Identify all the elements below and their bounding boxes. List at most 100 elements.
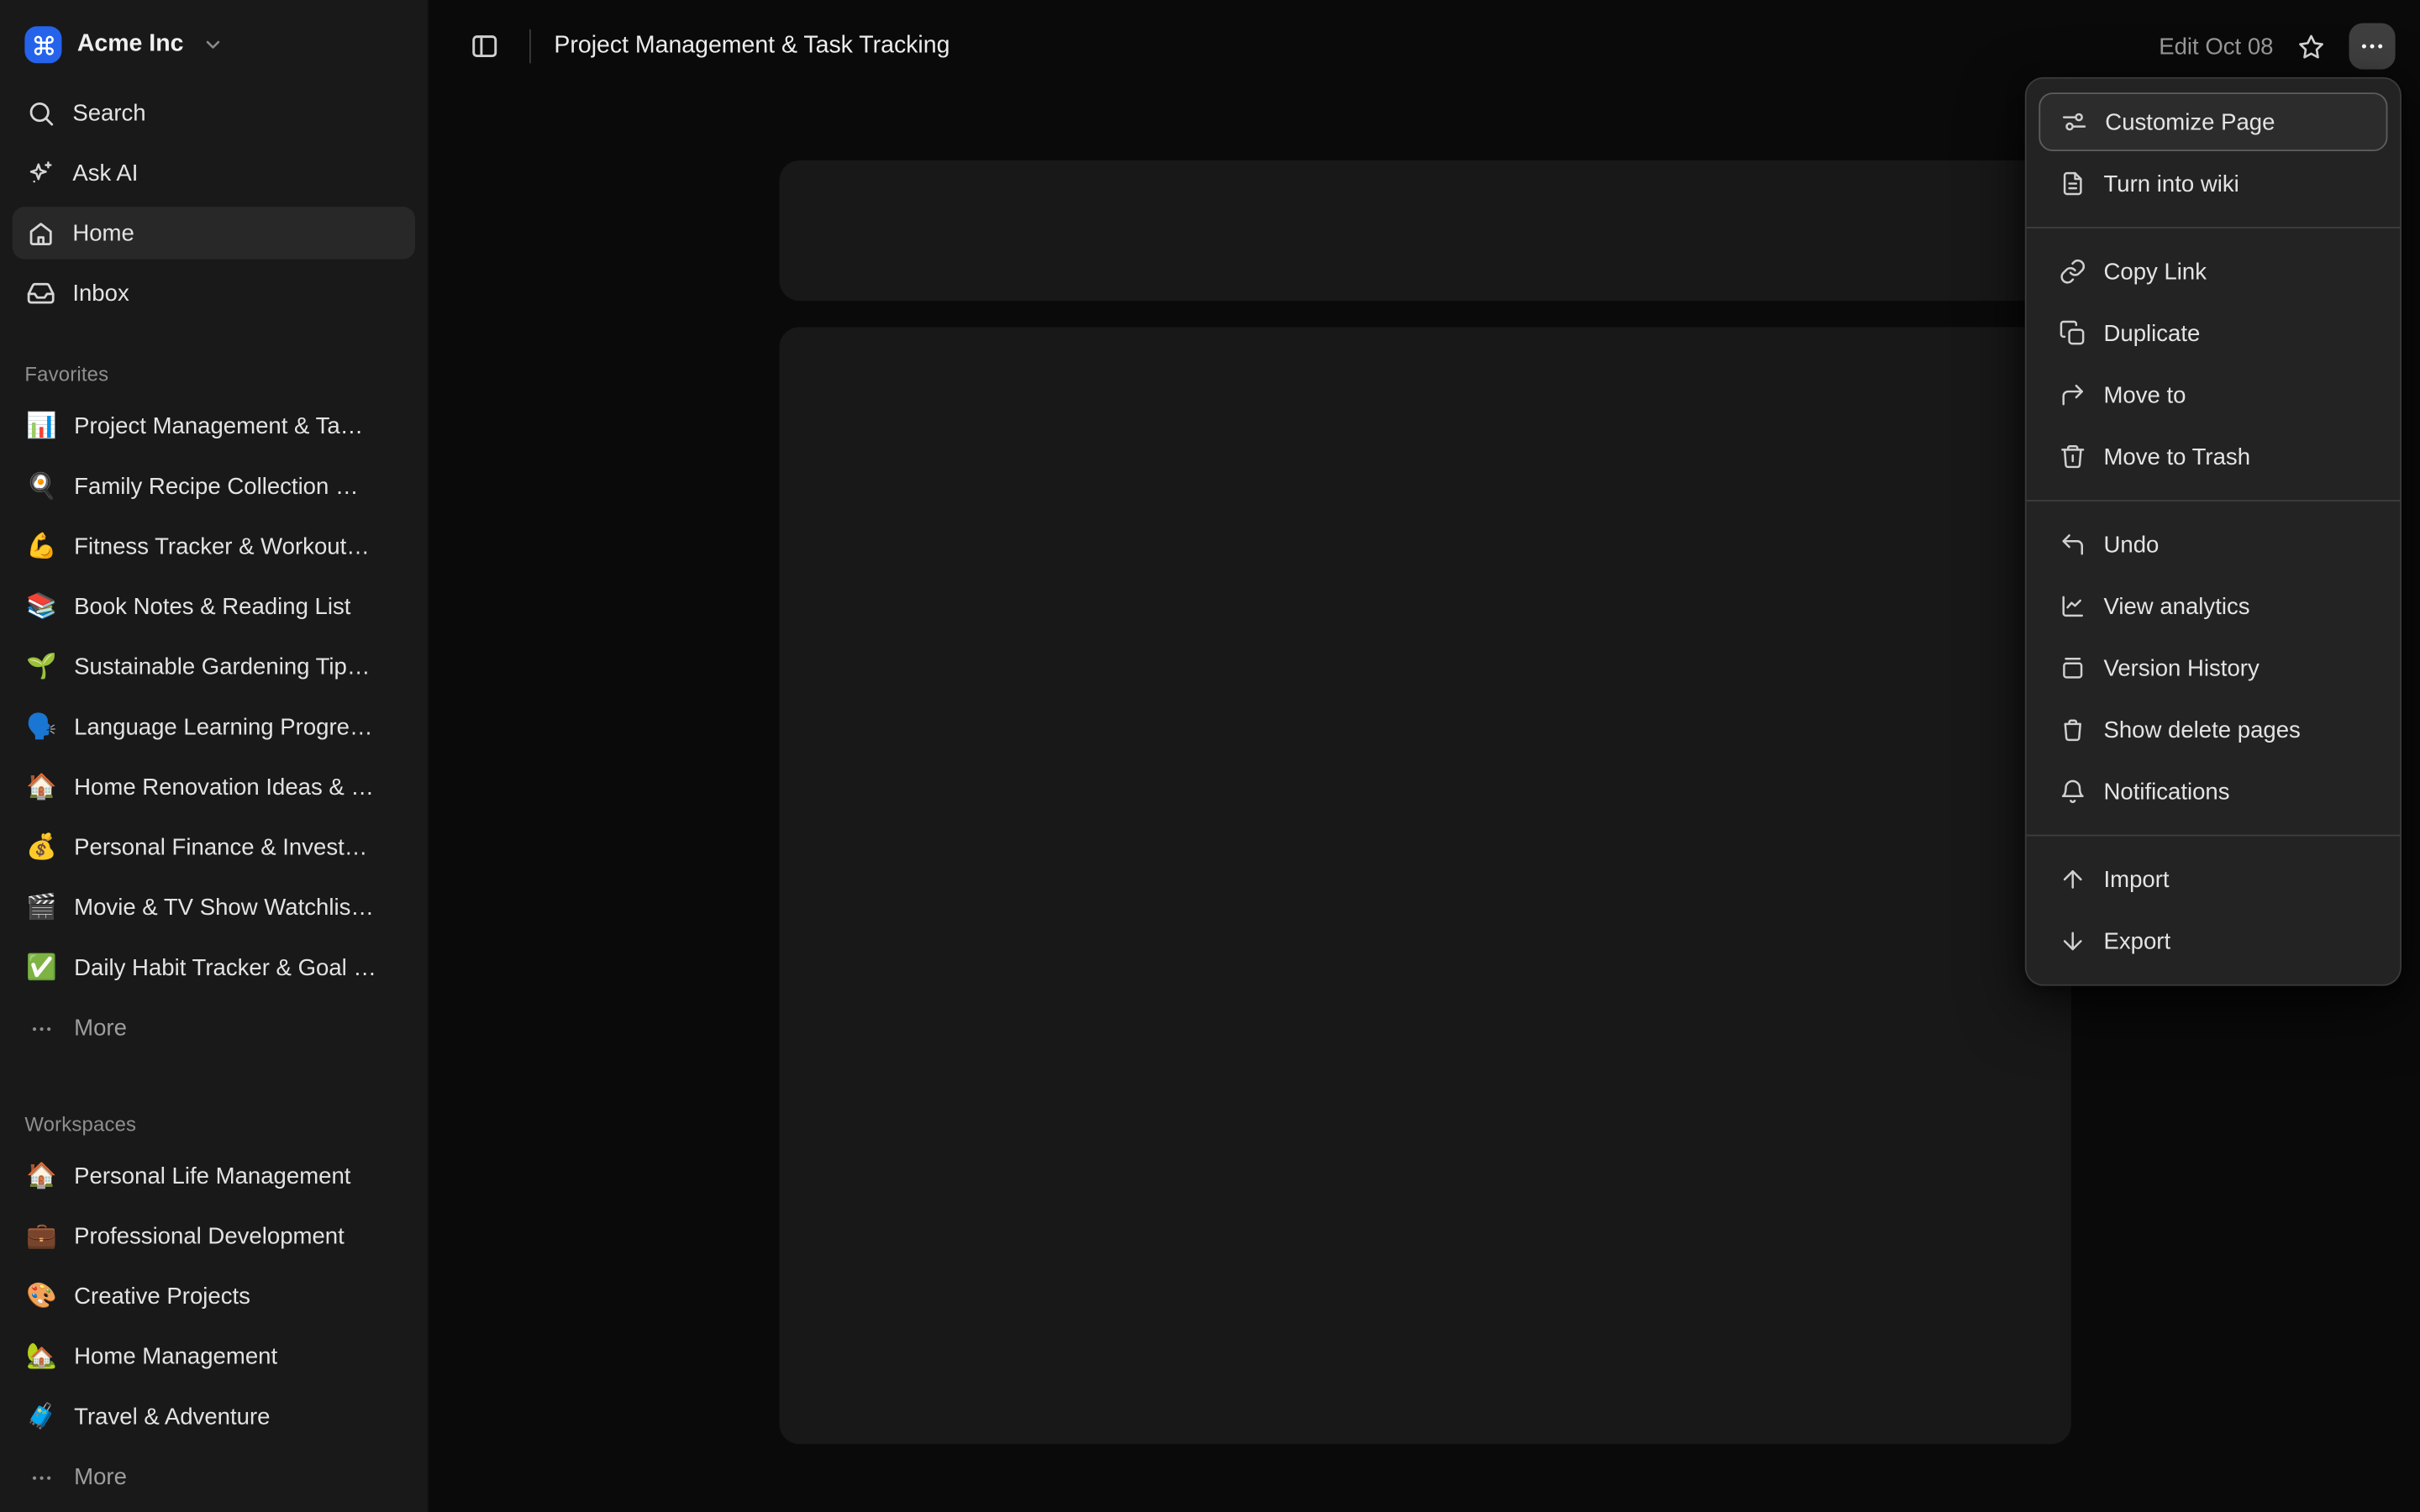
arrow-down-icon bbox=[2057, 927, 2088, 955]
page-title-label: Professional Development bbox=[74, 1224, 345, 1250]
sidebar-item-label: Ask AI bbox=[72, 160, 138, 186]
page-title-label: Fitness Tracker & Workout… bbox=[74, 534, 370, 560]
page-options-button[interactable] bbox=[2349, 24, 2396, 70]
sidebar-item-home[interactable]: Home bbox=[13, 207, 415, 259]
sliders-icon bbox=[2059, 108, 2090, 136]
menu-item-label: Notifications bbox=[2103, 779, 2229, 805]
menu-item-export[interactable]: Export bbox=[2039, 911, 2387, 972]
menu-item-view-analytics[interactable]: View analytics bbox=[2039, 575, 2387, 637]
sidebar-item-favorite[interactable]: 🍳 Family Recipe Collection … bbox=[13, 457, 415, 517]
favorite-star-button[interactable] bbox=[2296, 32, 2326, 61]
menu-item-turn-into-wiki[interactable]: Turn into wiki bbox=[2039, 153, 2387, 214]
sidebar-item-favorite[interactable]: 🗣️ Language Learning Progre… bbox=[13, 697, 415, 758]
arrow-up-icon bbox=[2057, 865, 2088, 893]
line-chart-icon bbox=[2057, 592, 2088, 620]
menu-item-label: Customize Page bbox=[2105, 108, 2275, 134]
page-title-label: Home Renovation Ideas & … bbox=[74, 774, 374, 801]
document-icon bbox=[2057, 170, 2088, 197]
page-emoji-icon: ✅ bbox=[24, 956, 58, 980]
sidebar-item-workspace[interactable]: 🎨 Creative Projects bbox=[13, 1267, 415, 1327]
page-emoji-icon: 💪 bbox=[24, 534, 58, 559]
link-icon bbox=[2057, 258, 2088, 286]
page-title-label: Home Management bbox=[74, 1344, 277, 1370]
sidebar-item-favorite[interactable]: 📊 Project Management & Ta… bbox=[13, 396, 415, 457]
home-icon bbox=[24, 218, 55, 248]
page-emoji-icon: 🎨 bbox=[24, 1284, 58, 1309]
ellipsis-icon bbox=[2359, 33, 2386, 60]
sidebar-item-favorite[interactable]: 🌱 Sustainable Gardening Tip… bbox=[13, 638, 415, 698]
page-emoji-icon: 🧳 bbox=[24, 1404, 58, 1429]
workspaces-more-button[interactable]: More bbox=[13, 1447, 415, 1508]
sidebar-item-workspace[interactable]: 💼 Professional Development bbox=[13, 1206, 415, 1267]
menu-item-label: Show delete pages bbox=[2103, 717, 2300, 743]
page-title-label: Daily Habit Tracker & Goal … bbox=[74, 955, 376, 981]
page-title-label: Movie & TV Show Watchlis… bbox=[74, 895, 374, 921]
sidebar-toggle-button[interactable] bbox=[463, 24, 506, 67]
more-label: More bbox=[74, 1464, 127, 1490]
sidebar-item-favorite[interactable]: 💰 Personal Finance & Invest… bbox=[13, 817, 415, 878]
page-emoji-icon: 🎬 bbox=[24, 895, 58, 920]
page-emoji-icon: 📊 bbox=[24, 414, 58, 438]
last-edited-label: Edit Oct 08 bbox=[2159, 33, 2273, 59]
workspaces-header: Workspaces bbox=[13, 1112, 415, 1136]
menu-item-undo[interactable]: Undo bbox=[2039, 514, 2387, 575]
sidebar-item-ask-ai[interactable]: Ask AI bbox=[13, 146, 415, 198]
trash-icon bbox=[2057, 716, 2088, 743]
page-emoji-icon: 🍳 bbox=[24, 475, 58, 499]
sidebar-nav: Search Ask AI Home bbox=[13, 87, 415, 319]
page-title-label: Personal Finance & Invest… bbox=[74, 835, 367, 861]
favorites-list: 📊 Project Management & Ta… 🍳 Family Reci… bbox=[13, 396, 415, 1058]
sidebar-item-workspace[interactable]: 🏡 Home Management bbox=[13, 1327, 415, 1388]
menu-divider bbox=[2027, 835, 2400, 837]
workspace-name: Acme Inc bbox=[77, 31, 184, 59]
page-emoji-icon: 📚 bbox=[24, 595, 58, 619]
menu-item-import[interactable]: Import bbox=[2039, 848, 2387, 910]
sidebar-item-search[interactable]: Search bbox=[13, 87, 415, 139]
command-icon bbox=[32, 33, 55, 56]
menu-item-duplicate[interactable]: Duplicate bbox=[2039, 302, 2387, 364]
panel-left-icon bbox=[469, 31, 500, 62]
menu-item-version-history[interactable]: Version History bbox=[2039, 638, 2387, 699]
sidebar-item-workspace[interactable]: 🏠 Personal Life Management bbox=[13, 1147, 415, 1207]
page-emoji-icon: 💼 bbox=[24, 1224, 58, 1248]
menu-divider bbox=[2027, 227, 2400, 228]
menu-item-show-delete-pages[interactable]: Show delete pages bbox=[2039, 699, 2387, 760]
chevron-down-icon bbox=[202, 34, 224, 55]
sidebar-item-favorite[interactable]: 📚 Book Notes & Reading List bbox=[13, 577, 415, 638]
sidebar-item-favorite[interactable]: ✅ Daily Habit Tracker & Goal … bbox=[13, 938, 415, 999]
page-title-label: Family Recipe Collection … bbox=[74, 474, 358, 500]
sidebar-item-workspace[interactable]: 🧳 Travel & Adventure bbox=[13, 1387, 415, 1447]
workspaces-list: 🏠 Personal Life Management 💼 Professiona… bbox=[13, 1147, 415, 1508]
sparkles-icon bbox=[24, 158, 55, 187]
undo-icon bbox=[2057, 531, 2088, 559]
menu-item-label: Version History bbox=[2103, 655, 2259, 681]
page-title-label: Sustainable Gardening Tip… bbox=[74, 654, 370, 680]
sidebar: Acme Inc Search Ask AI bbox=[0, 0, 429, 1512]
sidebar-item-favorite[interactable]: 💪 Fitness Tracker & Workout… bbox=[13, 517, 415, 577]
sidebar-item-favorite[interactable]: 🎬 Movie & TV Show Watchlis… bbox=[13, 878, 415, 938]
menu-divider bbox=[2027, 500, 2400, 501]
page-title-label: Book Notes & Reading List bbox=[74, 594, 350, 620]
inbox-icon bbox=[24, 279, 55, 308]
menu-item-label: Turn into wiki bbox=[2103, 171, 2238, 197]
topbar-divider bbox=[529, 29, 531, 63]
trash-icon bbox=[2057, 443, 2088, 470]
sidebar-item-inbox[interactable]: Inbox bbox=[13, 267, 415, 319]
menu-item-move-to-trash[interactable]: Move to Trash bbox=[2039, 426, 2387, 487]
ellipsis-icon bbox=[24, 1016, 58, 1040]
menu-item-customize-page[interactable]: Customize Page bbox=[2039, 92, 2387, 151]
workspace-switcher[interactable]: Acme Inc bbox=[13, 18, 415, 71]
menu-item-label: Undo bbox=[2103, 532, 2159, 558]
menu-item-copy-link[interactable]: Copy Link bbox=[2039, 241, 2387, 302]
workspace-logo bbox=[24, 26, 61, 63]
favorites-more-button[interactable]: More bbox=[13, 998, 415, 1058]
menu-item-notifications[interactable]: Notifications bbox=[2039, 761, 2387, 822]
menu-item-move-to[interactable]: Move to bbox=[2039, 364, 2387, 425]
more-label: More bbox=[74, 1016, 127, 1042]
ellipsis-icon bbox=[24, 1465, 58, 1489]
menu-item-label: Import bbox=[2103, 866, 2169, 892]
menu-item-label: Copy Link bbox=[2103, 259, 2207, 285]
menu-item-label: Move to bbox=[2103, 382, 2186, 408]
star-icon bbox=[2296, 32, 2326, 61]
sidebar-item-favorite[interactable]: 🏠 Home Renovation Ideas & … bbox=[13, 758, 415, 818]
